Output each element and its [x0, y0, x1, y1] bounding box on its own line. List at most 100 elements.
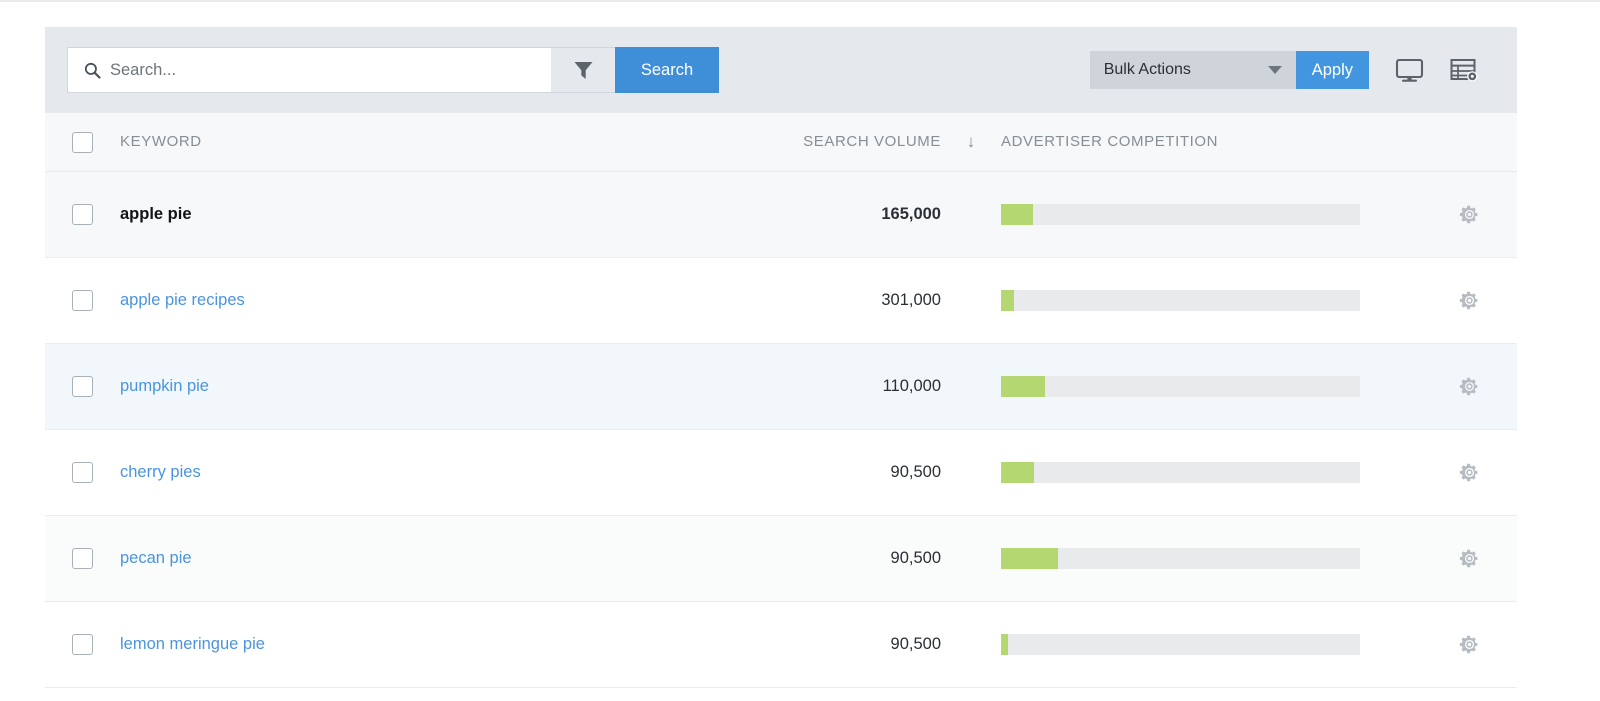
chevron-down-icon: [1267, 66, 1282, 74]
advertiser-competition-cell: [1001, 376, 1421, 397]
toolbar: Search Bulk Actions Apply: [45, 27, 1517, 113]
competition-bar-track: [1001, 462, 1360, 483]
competition-bar-fill: [1001, 376, 1046, 397]
search-volume-cell: 301,000: [541, 291, 941, 310]
row-checkbox[interactable]: [71, 462, 93, 483]
search-volume-value: 110,000: [882, 377, 941, 395]
search-volume-value: 90,500: [890, 549, 941, 567]
row-checkbox[interactable]: [71, 548, 93, 569]
page-root: Search Bulk Actions Apply: [0, 0, 1600, 701]
search-volume-value: 301,000: [881, 291, 941, 309]
gear-icon[interactable]: [1459, 204, 1480, 225]
column-header-keyword-label: KEYWORD: [120, 133, 202, 150]
row-checkbox[interactable]: [71, 376, 93, 397]
search-volume-cell: 90,500: [541, 463, 941, 482]
keyword-link[interactable]: pecan pie: [120, 549, 192, 567]
column-header-advertiser-competition[interactable]: ADVERTISER COMPETITION: [1001, 133, 1421, 151]
seed-keyword-text: apple pie: [120, 205, 192, 223]
search-volume-value: 165,000: [881, 205, 941, 223]
column-header-keyword[interactable]: KEYWORD: [119, 133, 541, 151]
competition-bar-track: [1001, 290, 1360, 311]
search-box[interactable]: [67, 47, 551, 93]
sort-descending-icon: ↓: [966, 131, 976, 151]
keyword-link[interactable]: lemon meringue pie: [120, 635, 265, 653]
competition-bar-track: [1001, 634, 1360, 655]
search-volume-cell: 90,500: [541, 635, 941, 654]
advertiser-competition-cell: [1001, 290, 1421, 311]
row-actions-cell: [1421, 290, 1517, 311]
table-row[interactable]: lemon meringue pie 90,500: [45, 602, 1517, 688]
advertiser-competition-cell: [1001, 548, 1421, 569]
row-checkbox[interactable]: [71, 290, 93, 311]
search-input[interactable]: [110, 60, 551, 80]
row-actions-cell: [1421, 376, 1517, 397]
competition-bar-fill: [1001, 462, 1035, 483]
select-all-checkbox[interactable]: [71, 131, 93, 153]
keyword-cell: cherry pies: [119, 463, 541, 482]
search-icon: [84, 62, 101, 79]
table-row[interactable]: pecan pie 90,500: [45, 516, 1517, 602]
filter-funnel-icon: [574, 62, 592, 79]
table-body: apple pie 165,000 apple pie recipes 301,000…: [45, 172, 1517, 688]
row-select-cell: [45, 290, 119, 311]
competition-bar-fill: [1001, 634, 1009, 655]
search-volume-cell: 110,000: [541, 377, 941, 396]
bulk-actions-select[interactable]: Bulk Actions: [1089, 51, 1296, 89]
row-select-cell: [45, 462, 119, 483]
table-settings-button[interactable]: [1450, 58, 1479, 83]
column-header-search-volume[interactable]: SEARCH VOLUME: [541, 133, 941, 151]
row-select-cell: [45, 548, 119, 569]
row-select-cell: [45, 634, 119, 655]
keyword-results-panel: Search Bulk Actions Apply: [45, 27, 1517, 701]
search-volume-cell: 165,000: [541, 205, 941, 224]
keyword-cell: pecan pie: [119, 549, 541, 568]
row-actions-cell: [1421, 462, 1517, 483]
select-all-cell: [45, 131, 119, 153]
advertiser-competition-cell: [1001, 462, 1421, 483]
search-volume-value: 90,500: [890, 635, 941, 653]
row-actions-cell: [1421, 548, 1517, 569]
keyword-link[interactable]: cherry pies: [120, 463, 201, 481]
keyword-link[interactable]: pumpkin pie: [120, 377, 209, 395]
table-row[interactable]: cherry pies 90,500: [45, 430, 1517, 516]
competition-bar-fill: [1001, 290, 1014, 311]
row-checkbox[interactable]: [71, 204, 93, 225]
filter-button[interactable]: [551, 47, 615, 93]
bulk-actions-label: Bulk Actions: [1103, 61, 1191, 78]
gear-icon[interactable]: [1459, 548, 1480, 569]
table-header-row: KEYWORD SEARCH VOLUME ↓ ADVERTISER COMPE…: [45, 113, 1517, 172]
gear-icon[interactable]: [1459, 290, 1480, 311]
keyword-cell: apple pie recipes: [119, 291, 541, 310]
competition-bar-track: [1001, 204, 1360, 225]
row-checkbox[interactable]: [71, 634, 93, 655]
gear-icon[interactable]: [1459, 634, 1480, 655]
competition-bar-fill: [1001, 548, 1059, 569]
gear-icon[interactable]: [1459, 376, 1480, 397]
keyword-link[interactable]: apple pie recipes: [120, 291, 245, 309]
monitor-view-button[interactable]: [1395, 58, 1424, 83]
toolbar-right-group: Bulk Actions Apply: [1089, 51, 1495, 89]
advertiser-competition-cell: [1001, 204, 1421, 225]
table-row[interactable]: apple pie recipes 301,000: [45, 258, 1517, 344]
row-select-cell: [45, 204, 119, 225]
row-actions-cell: [1421, 634, 1517, 655]
competition-bar-fill: [1001, 204, 1034, 225]
keyword-cell: pumpkin pie: [119, 377, 541, 396]
search-volume-value: 90,500: [890, 463, 941, 481]
search-button[interactable]: Search: [615, 47, 719, 93]
competition-bar-track: [1001, 376, 1360, 397]
keyword-cell: apple pie: [119, 205, 541, 224]
row-select-cell: [45, 376, 119, 397]
monitor-display-icon: [1395, 58, 1424, 82]
gear-icon[interactable]: [1459, 462, 1480, 483]
column-header-advertiser-competition-label: ADVERTISER COMPETITION: [1001, 133, 1219, 150]
column-header-search-volume-label: SEARCH VOLUME: [803, 133, 941, 150]
advertiser-competition-cell: [1001, 634, 1421, 655]
keyword-cell: lemon meringue pie: [119, 635, 541, 654]
competition-bar-track: [1001, 548, 1360, 569]
sort-indicator-cell[interactable]: ↓: [941, 133, 1001, 152]
apply-button[interactable]: Apply: [1295, 51, 1369, 89]
table-row[interactable]: apple pie 165,000: [45, 172, 1517, 258]
table-row[interactable]: pumpkin pie 110,000: [45, 344, 1517, 430]
table-settings-icon: [1450, 58, 1478, 82]
